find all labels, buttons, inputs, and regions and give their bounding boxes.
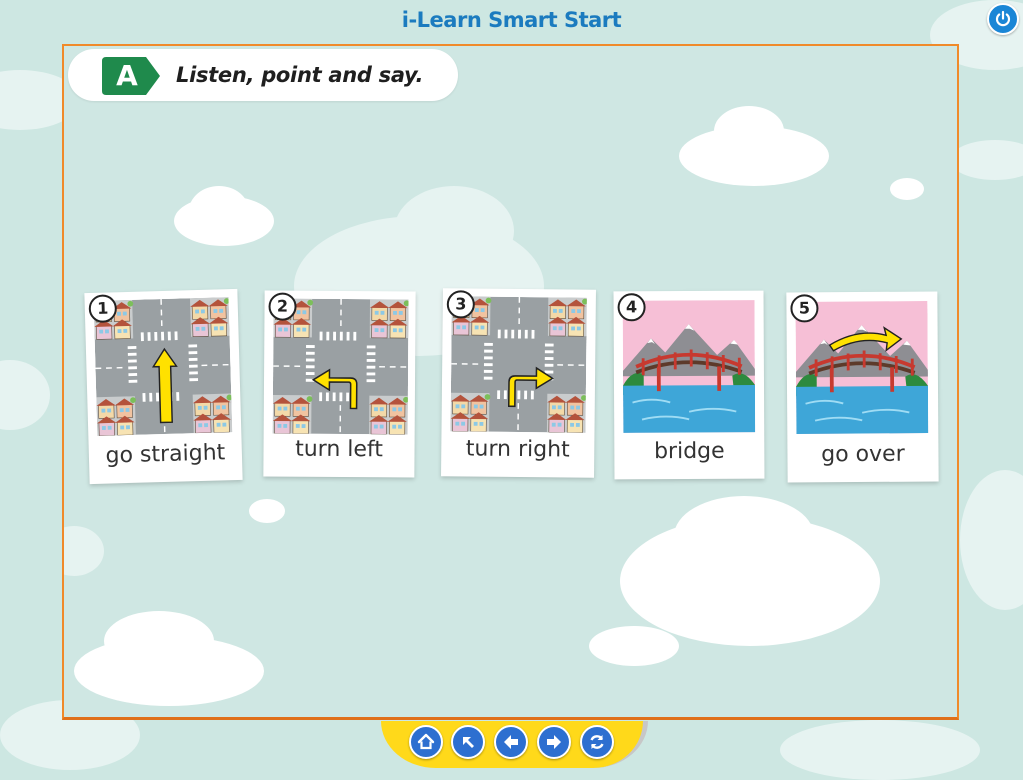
activity-stage: A Listen, point and say. — [62, 44, 959, 720]
flashcard[interactable]: 5 go over — [786, 291, 938, 482]
background-cloud — [0, 360, 50, 430]
crossroad-illustration — [450, 296, 586, 432]
stage-cloud — [394, 186, 514, 276]
stage-cloud — [890, 178, 924, 200]
flashcard-number-badge: 3 — [447, 290, 475, 318]
home-icon — [416, 732, 436, 752]
refresh-icon — [587, 732, 607, 752]
background-cloud — [780, 720, 980, 780]
flashcard-picture — [94, 297, 233, 440]
activity-letter: A — [102, 57, 152, 95]
stage-cloud — [249, 499, 285, 523]
stage-cloud — [104, 611, 214, 671]
flashcard[interactable]: 4 bridge — [614, 291, 765, 480]
flashcard-picture — [795, 300, 928, 440]
flashcard-caption: go straight — [89, 440, 243, 469]
arrow-right-icon — [544, 732, 564, 752]
bridge-illustration — [623, 299, 756, 435]
next-button[interactable] — [537, 725, 571, 759]
bridge-illustration — [795, 300, 928, 436]
power-button[interactable] — [987, 3, 1019, 35]
flashcard-picture — [273, 299, 409, 439]
arrow-left-icon — [501, 732, 521, 752]
instruction-text: Listen, point and say. — [176, 63, 423, 87]
instruction-banner: A Listen, point and say. — [68, 49, 458, 101]
flashcard-picture — [623, 299, 756, 439]
navigation-bar — [381, 721, 648, 768]
power-icon — [994, 10, 1012, 28]
flashcard[interactable]: 3 turn right — [441, 288, 596, 478]
background-cloud — [950, 140, 1023, 180]
arrow-up-left-icon — [458, 732, 478, 752]
stage-cloud — [589, 626, 679, 666]
stage-cloud — [674, 496, 814, 576]
flashcard-caption: bridge — [614, 439, 764, 465]
replay-button[interactable] — [580, 725, 614, 759]
flashcard-picture — [450, 296, 586, 436]
stage-cloud — [714, 106, 784, 156]
flashcard[interactable]: 1go straight — [84, 289, 242, 484]
flashcard-number-badge: 2 — [268, 293, 296, 321]
home-button[interactable] — [409, 725, 443, 759]
activity-badge: A — [102, 57, 152, 95]
crossroad-illustration — [94, 297, 233, 436]
flashcard-caption: go over — [787, 441, 938, 467]
previous-button[interactable] — [494, 725, 528, 759]
flashcard-caption: turn left — [263, 436, 414, 462]
crossroad-illustration — [273, 299, 409, 435]
app-title: i-Learn Smart Start — [0, 8, 1023, 32]
background-cloud — [960, 470, 1023, 610]
flashcard[interactable]: 2 turn left — [263, 290, 415, 477]
stage-cloud — [62, 526, 104, 576]
flashcard-number-badge: 4 — [618, 293, 646, 321]
back-to-menu-button[interactable] — [451, 725, 485, 759]
flashcard-number-badge: 5 — [790, 294, 818, 322]
flashcard-caption: turn right — [441, 436, 594, 463]
stage-cloud — [189, 186, 249, 236]
